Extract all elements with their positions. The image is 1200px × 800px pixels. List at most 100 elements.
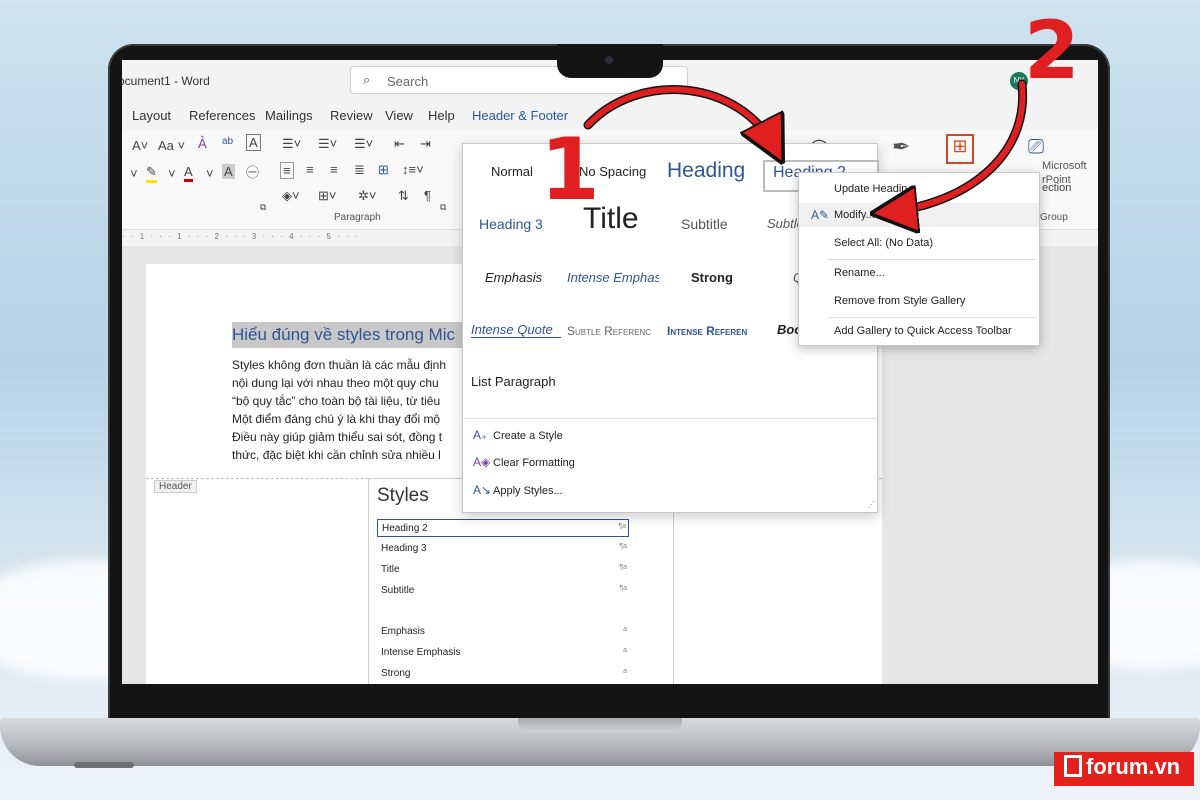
style-item-emphasis[interactable]: Emphasis a: [377, 623, 629, 641]
laptop-foot: [74, 762, 134, 768]
style-item-title[interactable]: Title ¶a: [377, 561, 629, 579]
menu-item-label: Update Headin: [834, 183, 908, 195]
bullets-icon[interactable]: ☰˅: [282, 136, 301, 152]
highlight-icon[interactable]: ✎: [146, 164, 157, 183]
tab-review[interactable]: Review: [330, 108, 373, 123]
show-marks-icon[interactable]: ¶: [424, 188, 431, 203]
style-item-subtitle[interactable]: Subtitle ¶a: [377, 582, 629, 600]
gallery-style-normal[interactable]: Normal: [491, 164, 533, 179]
add-gallery-to-qat-menu-item[interactable]: Add Gallery to Quick Access Toolbar: [799, 319, 1039, 343]
shading-icon[interactable]: A: [222, 164, 235, 179]
asian-layout-icon[interactable]: ✲˅: [358, 188, 376, 204]
justify-icon[interactable]: ≣: [354, 162, 365, 178]
gallery-style-strong[interactable]: Strong: [691, 270, 733, 285]
clear-format-icon[interactable]: A͛: [198, 136, 207, 151]
search-icon: ⌕: [363, 72, 371, 87]
paragraph-style-icon: ¶a: [619, 564, 627, 571]
ribbon-partial-label: ection: [1042, 182, 1072, 194]
chevron-down-icon[interactable]: ˅: [206, 166, 214, 181]
search-placeholder: Search: [387, 74, 429, 89]
paragraph-style-icon: ¶a: [619, 543, 627, 550]
style-item-label: Emphasis: [381, 626, 425, 637]
paragraph-style-icon: ¶a: [619, 585, 627, 592]
gallery-style-emphasis[interactable]: Emphasis: [485, 270, 542, 285]
tab-layout[interactable]: Layout: [132, 108, 171, 123]
clear-formatting-button[interactable]: A◈ Clear Formatting: [473, 455, 575, 469]
gallery-style-heading[interactable]: Heading: [667, 159, 745, 183]
clear-formatting-label: Clear Formatting: [493, 457, 575, 469]
tab-references[interactable]: References: [189, 108, 255, 123]
tab-help[interactable]: Help: [428, 108, 455, 123]
watermark-logo: forum.vn: [1054, 752, 1194, 786]
enclose-icon[interactable]: ㊀: [246, 162, 259, 181]
font-color-icon[interactable]: A: [184, 164, 193, 182]
rename-menu-item[interactable]: Rename...: [799, 261, 1039, 285]
distributed-icon[interactable]: ⊞: [378, 162, 389, 178]
decrease-indent-icon[interactable]: ⇤: [394, 136, 405, 152]
font-size-icon[interactable]: A˅: [132, 138, 148, 153]
style-item-heading-3[interactable]: Heading 3 ¶a: [377, 540, 629, 558]
logo-icon: [1064, 755, 1082, 777]
change-case-icon[interactable]: Aa ˅: [158, 138, 185, 153]
gallery-style-heading-3[interactable]: Heading 3: [479, 216, 543, 232]
select-all-menu-item[interactable]: Select All: (No Data): [799, 231, 1039, 255]
layout-grid-icon[interactable]: ⊞: [946, 134, 974, 164]
header-tag[interactable]: Header: [154, 480, 197, 493]
resize-handle-icon[interactable]: ⋰: [867, 500, 875, 509]
update-heading-menu-item[interactable]: Update Headin: [799, 177, 1039, 201]
text-effects-icon[interactable]: ab: [222, 136, 233, 147]
modify-style-icon: A✎: [811, 208, 830, 222]
apply-styles-icon: A↘: [473, 483, 492, 497]
gallery-style-intense-quote[interactable]: Intense Quote: [471, 322, 561, 338]
tab-mailings[interactable]: Mailings: [265, 108, 313, 123]
apply-styles-button[interactable]: A↘ Apply Styles...: [473, 483, 563, 497]
sort-icon[interactable]: ⇅: [398, 188, 409, 204]
paragraph-group-label: Paragraph: [334, 212, 381, 223]
gallery-style-intense-emphasis[interactable]: Intense Emphas: [567, 270, 659, 285]
align-center-icon[interactable]: ≡: [306, 162, 314, 177]
camera-icon: [605, 56, 613, 64]
character-style-icon: a: [623, 668, 627, 675]
style-item-heading-2[interactable]: Heading 2 ¶a: [377, 519, 629, 537]
chevron-down-icon[interactable]: ˅: [168, 166, 176, 181]
gallery-style-list-paragraph[interactable]: List Paragraph: [471, 374, 556, 389]
character-border-icon[interactable]: A: [246, 134, 261, 151]
present-icon[interactable]: ⎚: [1028, 136, 1044, 159]
style-item-strong[interactable]: Strong a: [377, 665, 629, 683]
document-heading[interactable]: Hiểu đúng về styles trong Mic: [232, 322, 472, 348]
align-left-icon[interactable]: ≡: [280, 162, 294, 179]
tab-view[interactable]: View: [385, 108, 413, 123]
style-item-intense-emphasis[interactable]: Intense Emphasis a: [377, 644, 629, 662]
window-title: ocument1 - Word: [122, 74, 210, 88]
dialog-launcher-icon[interactable]: ⧉: [440, 202, 446, 213]
dialog-launcher-icon[interactable]: ⧉: [260, 202, 266, 213]
shading-bucket-icon[interactable]: ◈˅: [282, 188, 300, 204]
menu-item-label: Modify...: [834, 209, 875, 221]
increase-indent-icon[interactable]: ⇥: [420, 136, 431, 152]
numbering-icon[interactable]: ☰˅: [318, 136, 337, 152]
paragraph-line: Điều này giúp giảm thiểu sai sót, đồng t: [232, 430, 443, 444]
align-right-icon[interactable]: ≡: [330, 162, 338, 177]
style-item-label: Heading 3: [381, 543, 427, 554]
camera-notch: [557, 44, 663, 78]
paragraph-line: thức, đặc biệt khi cần chỉnh sửa nhiều l: [232, 448, 441, 462]
remove-from-gallery-menu-item[interactable]: Remove from Style Gallery: [799, 289, 1039, 313]
style-item-label: Strong: [381, 668, 411, 679]
menu-item-label: Add Gallery to Quick Access Toolbar: [834, 325, 1012, 337]
modify-menu-item[interactable]: A✎ Modify...: [799, 203, 1039, 227]
gallery-style-intense-reference[interactable]: Intense Referen: [667, 324, 759, 338]
style-item-label: Title: [381, 564, 400, 575]
word-window: ocument1 - Word ⌕ Search NY Layout Refer…: [122, 60, 1098, 684]
gallery-style-subtitle[interactable]: Subtitle: [681, 216, 728, 232]
character-style-icon: a: [623, 647, 627, 654]
gallery-style-subtle-reference[interactable]: Subtle Referenc: [567, 324, 659, 338]
style-item-label: Subtitle: [381, 585, 415, 596]
borders-icon[interactable]: ⊞˅: [318, 188, 336, 204]
pen-icon[interactable]: ✒: [892, 134, 910, 160]
line-spacing-icon[interactable]: ↕≡˅: [402, 162, 424, 177]
more-icon[interactable]: ˅: [130, 166, 138, 181]
multilevel-icon[interactable]: ☰˅: [354, 136, 373, 152]
paragraph-style-icon: ¶a: [618, 523, 626, 530]
step-2-label: 2: [1024, 4, 1080, 97]
create-style-button[interactable]: A₊ Create a Style: [473, 428, 563, 442]
